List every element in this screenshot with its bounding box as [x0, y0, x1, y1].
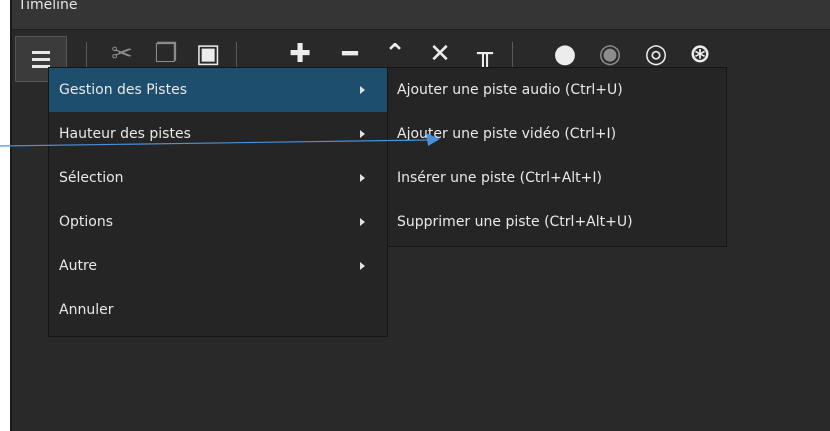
submenu-arrow-icon — [360, 174, 365, 182]
menu-item-gestion-des-pistes[interactable]: Gestion des Pistes — [49, 68, 387, 112]
menu-item-options[interactable]: Options — [49, 200, 387, 244]
menu-item-hauteur-des-pistes[interactable]: Hauteur des pistes — [49, 112, 387, 156]
submenu-arrow-icon — [360, 130, 365, 138]
submenu-item-remove-track[interactable]: Supprimer une piste (Ctrl+Alt+U) — [388, 200, 726, 244]
menu-item-selection[interactable]: Sélection — [49, 156, 387, 200]
submenu-item-add-audio-track[interactable]: Ajouter une piste audio (Ctrl+U) — [388, 68, 726, 112]
submenu-item-label: Supprimer une piste (Ctrl+Alt+U) — [397, 214, 633, 230]
toolbar-separator — [512, 42, 513, 68]
panel-title-bar: Timeline — [12, 0, 830, 30]
menu-item-label: Sélection — [59, 170, 124, 186]
submenu-arrow-icon — [360, 86, 365, 94]
toolbar-separator — [86, 42, 87, 68]
menu-item-label: Options — [59, 214, 114, 230]
menu-item-autre[interactable]: Autre — [49, 244, 387, 288]
submenu-item-label: Ajouter une piste audio (Ctrl+U) — [397, 82, 623, 98]
submenu-item-add-video-track[interactable]: Ajouter une piste vidéo (Ctrl+I) — [388, 112, 726, 156]
menu-item-label: Gestion des Pistes — [59, 82, 187, 98]
submenu-item-label: Ajouter une piste vidéo (Ctrl+I) — [397, 126, 617, 142]
menu-item-label: Hauteur des pistes — [59, 126, 191, 142]
toolbar-separator — [236, 42, 237, 68]
menu-item-label: Autre — [59, 258, 98, 274]
menu-item-annuler[interactable]: Annuler — [49, 288, 387, 332]
panel-title: Timeline — [18, 0, 78, 13]
submenu-item-label: Insérer une piste (Ctrl+Alt+I) — [397, 170, 602, 186]
submenu-arrow-icon — [360, 218, 365, 226]
submenu-arrow-icon — [360, 262, 365, 270]
timeline-context-menu: Gestion des Pistes Hauteur des pistes Sé… — [48, 67, 388, 337]
menu-item-label: Annuler — [59, 302, 114, 318]
submenu-item-insert-track[interactable]: Insérer une piste (Ctrl+Alt+I) — [388, 156, 726, 200]
track-management-submenu: Ajouter une piste audio (Ctrl+U) Ajouter… — [387, 67, 727, 247]
